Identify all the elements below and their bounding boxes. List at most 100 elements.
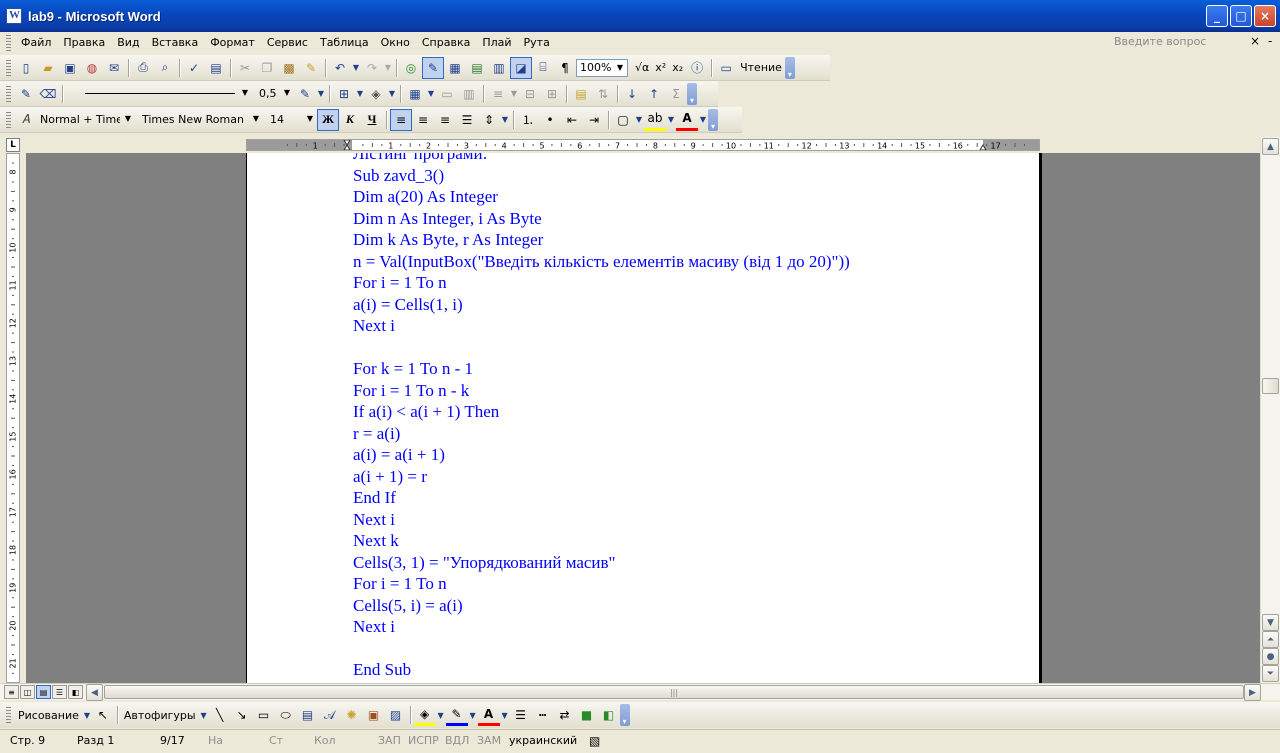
browse-object-button[interactable]: ●	[1262, 648, 1279, 665]
menu-table[interactable]: Таблица	[314, 34, 375, 52]
line-style-icon[interactable]: ☰	[510, 704, 532, 726]
columns-icon[interactable]: ▥	[488, 57, 510, 79]
oval-icon[interactable]: ⬭	[275, 704, 297, 726]
menu-tools[interactable]: Сервис	[261, 34, 314, 52]
draw-table-icon[interactable]: ✎	[15, 83, 37, 105]
chevron-down-icon[interactable]: ▼	[316, 83, 326, 105]
italic-button[interactable]: К	[339, 109, 361, 131]
code-line[interactable]: Dim n As Integer, i As Byte	[353, 208, 850, 230]
line-icon[interactable]: ╲	[209, 704, 231, 726]
borders-icon[interactable]: ⊞	[333, 83, 355, 105]
toolbar-options-icon[interactable]: ▾	[784, 56, 795, 79]
status-rec[interactable]: ЗАП	[378, 734, 401, 747]
distribute-rows-icon[interactable]: ⊟	[519, 83, 541, 105]
code-line[interactable]	[353, 337, 850, 359]
outline-view-icon[interactable]: ☰	[52, 685, 67, 699]
chevron-down-icon[interactable]: ▼	[500, 704, 510, 726]
show-hide-icon[interactable]: ¶	[554, 57, 576, 79]
close-button[interactable]: ×	[1254, 5, 1276, 27]
undo-dropdown-icon[interactable]: ▼	[351, 57, 361, 79]
horizontal-scrollbar[interactable]: ≡ ◫ ▤ ☰ ◧ ◀ ||| ▶	[0, 683, 1280, 701]
text-direction-icon[interactable]: ⇅	[592, 83, 614, 105]
code-line[interactable]: Next i	[353, 509, 850, 531]
code-line[interactable]: Cells(5, i) = a(i)	[353, 595, 850, 617]
menu-file[interactable]: Файл	[15, 34, 57, 52]
scroll-down-button[interactable]: ▼	[1262, 614, 1279, 631]
hyperlink-icon[interactable]: ◎	[400, 57, 422, 79]
read-icon[interactable]: ▭	[715, 57, 737, 79]
font-combo[interactable]: Times New Roman ▼	[139, 111, 263, 129]
bold-button[interactable]: Ж	[317, 108, 339, 131]
status-trk[interactable]: ИСПР	[408, 734, 439, 747]
border-color-icon[interactable]: ✎	[294, 83, 316, 105]
menu-edit[interactable]: Правка	[57, 34, 111, 52]
code-line[interactable]	[353, 638, 850, 660]
sort-descending-icon[interactable]: ↑	[643, 83, 665, 105]
tables-borders-icon[interactable]: ✎	[422, 56, 444, 79]
shading-icon[interactable]: ◈	[365, 83, 387, 105]
code-line[interactable]: Cells(3, 1) = "Упорядкований масив"	[353, 552, 850, 574]
document-close-button[interactable]: ×	[1250, 34, 1260, 48]
drawing-icon[interactable]: ◪	[510, 56, 532, 79]
chevron-down-icon[interactable]: ▼	[199, 704, 209, 726]
previous-page-button[interactable]: ⏶	[1262, 631, 1279, 648]
new-document-icon[interactable]: ▯	[15, 57, 37, 79]
subscript-button[interactable]: x₂	[669, 61, 686, 74]
insert-table-icon[interactable]: ▦	[404, 83, 426, 105]
decrease-indent-icon[interactable]: ⇤	[561, 109, 583, 131]
justify-icon[interactable]: ☰	[456, 109, 478, 131]
chevron-down-icon[interactable]: ▼	[500, 109, 510, 131]
font-color-icon[interactable]: A	[477, 704, 500, 726]
chevron-down-icon[interactable]: ▼	[82, 704, 92, 726]
select-objects-icon[interactable]: ↖	[92, 704, 114, 726]
code-line[interactable]: Next i	[353, 616, 850, 638]
vertical-scrollbar[interactable]: ▲ ▼ ⏶ ● ⏷	[1260, 137, 1280, 683]
next-page-button[interactable]: ⏷	[1262, 665, 1279, 682]
menu-plai[interactable]: Плай	[476, 34, 517, 52]
outside-border-icon[interactable]: ▢	[612, 109, 634, 131]
superscript-button[interactable]: x²	[652, 61, 669, 74]
chevron-down-icon[interactable]: ▼	[249, 111, 263, 127]
menu-window[interactable]: Окно	[375, 34, 416, 52]
code-line[interactable]: For i = 1 To n	[353, 573, 850, 595]
horizontal-ruler[interactable]: 1123456789101112131415161719	[246, 139, 1040, 151]
numbering-icon[interactable]: ⒈	[517, 109, 539, 131]
code-line[interactable]: Sub zavd_3()	[353, 165, 850, 187]
vertical-ruler[interactable]: 8 9 10 11 12 13 14 15 16 17 18 19 20 21	[6, 153, 20, 683]
code-line[interactable]: If a(i) < a(i + 1) Then	[353, 401, 850, 423]
minimize-button[interactable]: _	[1206, 5, 1228, 27]
chevron-down-icon[interactable]: ▼	[303, 111, 317, 127]
reading-layout-icon[interactable]: ◧	[68, 685, 83, 699]
toolbar-options-icon[interactable]: ▾	[619, 704, 630, 726]
picture-icon[interactable]: ▨	[385, 704, 407, 726]
code-line[interactable]: r = a(i)	[353, 423, 850, 445]
redo-dropdown-icon[interactable]: ▼	[383, 57, 393, 79]
chevron-down-icon[interactable]: ▼	[698, 109, 708, 131]
copy-icon[interactable]: ❐	[256, 57, 278, 79]
insert-excel-icon[interactable]: ▤	[466, 57, 488, 79]
code-line[interactable]: Next i	[353, 315, 850, 337]
dash-style-icon[interactable]: ┅	[532, 704, 554, 726]
code-line[interactable]: a(i + 1) = r	[353, 466, 850, 488]
distribute-columns-icon[interactable]: ⊞	[541, 83, 563, 105]
rectangle-icon[interactable]: ▭	[253, 704, 275, 726]
autoshapes-menu-button[interactable]: Автофигуры	[121, 709, 199, 722]
3d-style-icon[interactable]: ◧	[598, 704, 620, 726]
bullets-icon[interactable]: •	[539, 109, 561, 131]
align-icon[interactable]: ≡	[487, 83, 509, 105]
ask-question-input[interactable]: Введите вопрос	[1114, 35, 1244, 51]
document-restore-button[interactable]: -	[1268, 34, 1272, 48]
web-layout-icon[interactable]: ◫	[20, 685, 35, 699]
help-icon[interactable]: ⓘ	[686, 57, 708, 79]
arrow-icon[interactable]: ↘	[231, 704, 253, 726]
chevron-down-icon[interactable]: ▼	[121, 111, 135, 127]
toolbar-grip[interactable]	[6, 59, 11, 76]
clip-art-icon[interactable]: ▣	[363, 704, 385, 726]
right-indent-marker[interactable]	[979, 144, 987, 150]
spelling-icon[interactable]: ✓	[183, 57, 205, 79]
code-line[interactable]: a(i) = Cells(1, i)	[353, 294, 850, 316]
code-listing[interactable]: Лістинг програми: Sub zavd_3() Dim a(20) A…	[353, 153, 850, 681]
status-language[interactable]: украинский	[509, 734, 577, 747]
underline-button[interactable]: Ч	[361, 109, 383, 131]
code-line[interactable]: End Sub	[353, 659, 850, 681]
